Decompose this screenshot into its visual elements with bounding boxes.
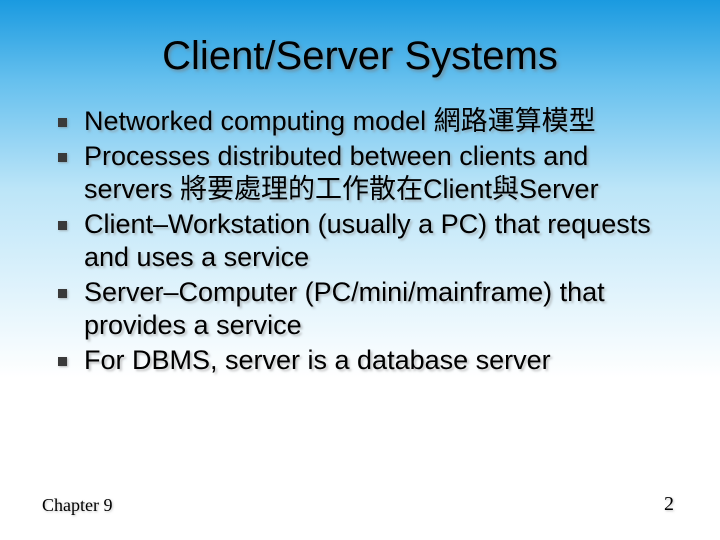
list-item: Networked computing model 網路運算模型 <box>50 105 680 138</box>
list-item: Server–Computer (PC/mini/mainframe) that… <box>50 276 680 342</box>
footer-page-number: 2 <box>664 493 674 516</box>
bullet-list: Networked computing model 網路運算模型 Process… <box>50 105 680 377</box>
footer-chapter: Chapter 9 <box>42 495 112 516</box>
slide-content: Networked computing model 網路運算模型 Process… <box>0 89 720 377</box>
list-item: For DBMS, server is a database server <box>50 344 680 377</box>
slide: Client/Server Systems Networked computin… <box>0 0 720 540</box>
list-item: Client–Workstation (usually a PC) that r… <box>50 208 680 274</box>
list-item: Processes distributed between clients an… <box>50 140 680 206</box>
slide-title: Client/Server Systems <box>0 0 720 89</box>
